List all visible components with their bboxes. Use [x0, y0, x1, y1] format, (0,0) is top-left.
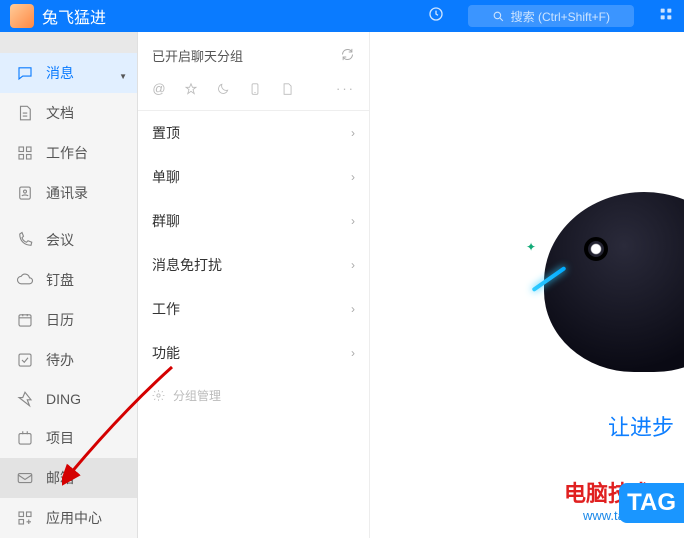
file-icon[interactable] [280, 82, 294, 96]
group-pinned[interactable]: 置顶 › [138, 111, 369, 155]
group-dnd[interactable]: 消息免打扰 › [138, 243, 369, 287]
filter-row: @ ··· [138, 75, 369, 111]
sidebar: ▼ 消息 文档 工作台 通讯录 [0, 32, 138, 538]
refresh-icon[interactable] [340, 47, 355, 65]
group-single-chat[interactable]: 单聊 › [138, 155, 369, 199]
group-label: 功能 [152, 343, 180, 363]
search-input[interactable]: 搜索 (Ctrl+Shift+F) [468, 5, 634, 27]
group-manage-label: 分组管理 [173, 387, 221, 404]
nav-label: DING [46, 391, 81, 407]
group-function[interactable]: 功能 › [138, 331, 369, 375]
nav-label: 应用中心 [46, 508, 102, 528]
sidebar-item-appcenter[interactable]: 应用中心 [0, 498, 137, 538]
at-icon[interactable]: @ [152, 82, 166, 96]
nav-label: 项目 [46, 428, 74, 448]
phone-icon [16, 231, 34, 249]
chat-icon [16, 64, 34, 82]
mobile-icon[interactable] [248, 82, 262, 96]
sidebar-item-mailbox[interactable]: 邮箱 [0, 458, 137, 498]
history-icon[interactable] [428, 6, 444, 27]
nav-label: 文档 [46, 103, 74, 123]
grid-icon [16, 144, 34, 162]
group-group-chat[interactable]: 群聊 › [138, 199, 369, 243]
sidebar-item-todo[interactable]: 待办 [0, 340, 137, 380]
mascot-image: ✦ [544, 192, 684, 372]
panel-header-text: 已开启聊天分组 [152, 46, 243, 65]
user-name: 兔飞猛进 [42, 4, 106, 28]
nav-label: 待办 [46, 350, 74, 370]
sidebar-item-messages[interactable]: 消息 [0, 53, 137, 93]
nav-label: 通讯录 [46, 183, 88, 203]
nav-label: 邮箱 [46, 468, 74, 488]
search-placeholder: 搜索 (Ctrl+Shift+F) [511, 8, 610, 25]
caret-down-icon: ▼ [119, 72, 127, 81]
group-work[interactable]: 工作 › [138, 287, 369, 331]
group-label: 消息免打扰 [152, 255, 222, 275]
group-label: 置顶 [152, 123, 180, 143]
group-label: 群聊 [152, 211, 180, 231]
title-left: 兔飞猛进 [10, 4, 106, 28]
calendar-icon [16, 311, 34, 329]
doc-icon [16, 104, 34, 122]
sidebar-item-ding[interactable]: DING [0, 380, 137, 418]
title-bar: 兔飞猛进 搜索 (Ctrl+Shift+F) [0, 0, 684, 32]
app-avatar-icon[interactable] [10, 4, 34, 28]
chevron-right-icon: › [351, 302, 355, 316]
tagline-text: 让进步 [608, 410, 674, 442]
nav-label: 会议 [46, 230, 74, 250]
apps-grid-icon[interactable] [658, 6, 674, 27]
nav-label: 工作台 [46, 143, 88, 163]
chevron-right-icon: › [351, 214, 355, 228]
sidebar-item-contacts[interactable]: 通讯录 [0, 173, 137, 213]
todo-icon [16, 351, 34, 369]
content-area: ✦ 让进步 电脑技术网 www.tagxp.com TAG [370, 32, 684, 538]
chevron-right-icon: › [351, 126, 355, 140]
ding-icon [16, 390, 34, 408]
chevron-right-icon: › [351, 346, 355, 360]
nav-label: 消息 [46, 63, 74, 83]
chat-groups-panel: 已开启聊天分组 @ ··· 置顶 › 单聊 [138, 32, 370, 538]
apps-icon [16, 509, 34, 527]
mail-icon [16, 469, 34, 487]
cloud-icon [16, 271, 34, 289]
chevron-right-icon: › [351, 258, 355, 272]
chevron-right-icon: › [351, 170, 355, 184]
more-icon[interactable]: ··· [336, 81, 355, 96]
nav-label: 钉盘 [46, 270, 74, 290]
sidebar-item-drive[interactable]: 钉盘 [0, 260, 137, 300]
tag-badge: TAG [619, 483, 684, 523]
sidebar-item-calendar[interactable]: 日历 [0, 300, 137, 340]
moon-icon[interactable] [216, 82, 230, 96]
avatar-area[interactable]: ▼ [0, 32, 137, 53]
sidebar-item-project[interactable]: 项目 [0, 418, 137, 458]
group-label: 单聊 [152, 167, 180, 187]
group-label: 工作 [152, 299, 180, 319]
sidebar-item-workspace[interactable]: 工作台 [0, 133, 137, 173]
star-icon[interactable] [184, 82, 198, 96]
sidebar-item-meeting[interactable]: 会议 [0, 220, 137, 260]
group-manage[interactable]: 分组管理 [138, 375, 369, 416]
contact-icon [16, 184, 34, 202]
sidebar-item-docs[interactable]: 文档 [0, 93, 137, 133]
nav-label: 日历 [46, 310, 74, 330]
project-icon [16, 429, 34, 447]
